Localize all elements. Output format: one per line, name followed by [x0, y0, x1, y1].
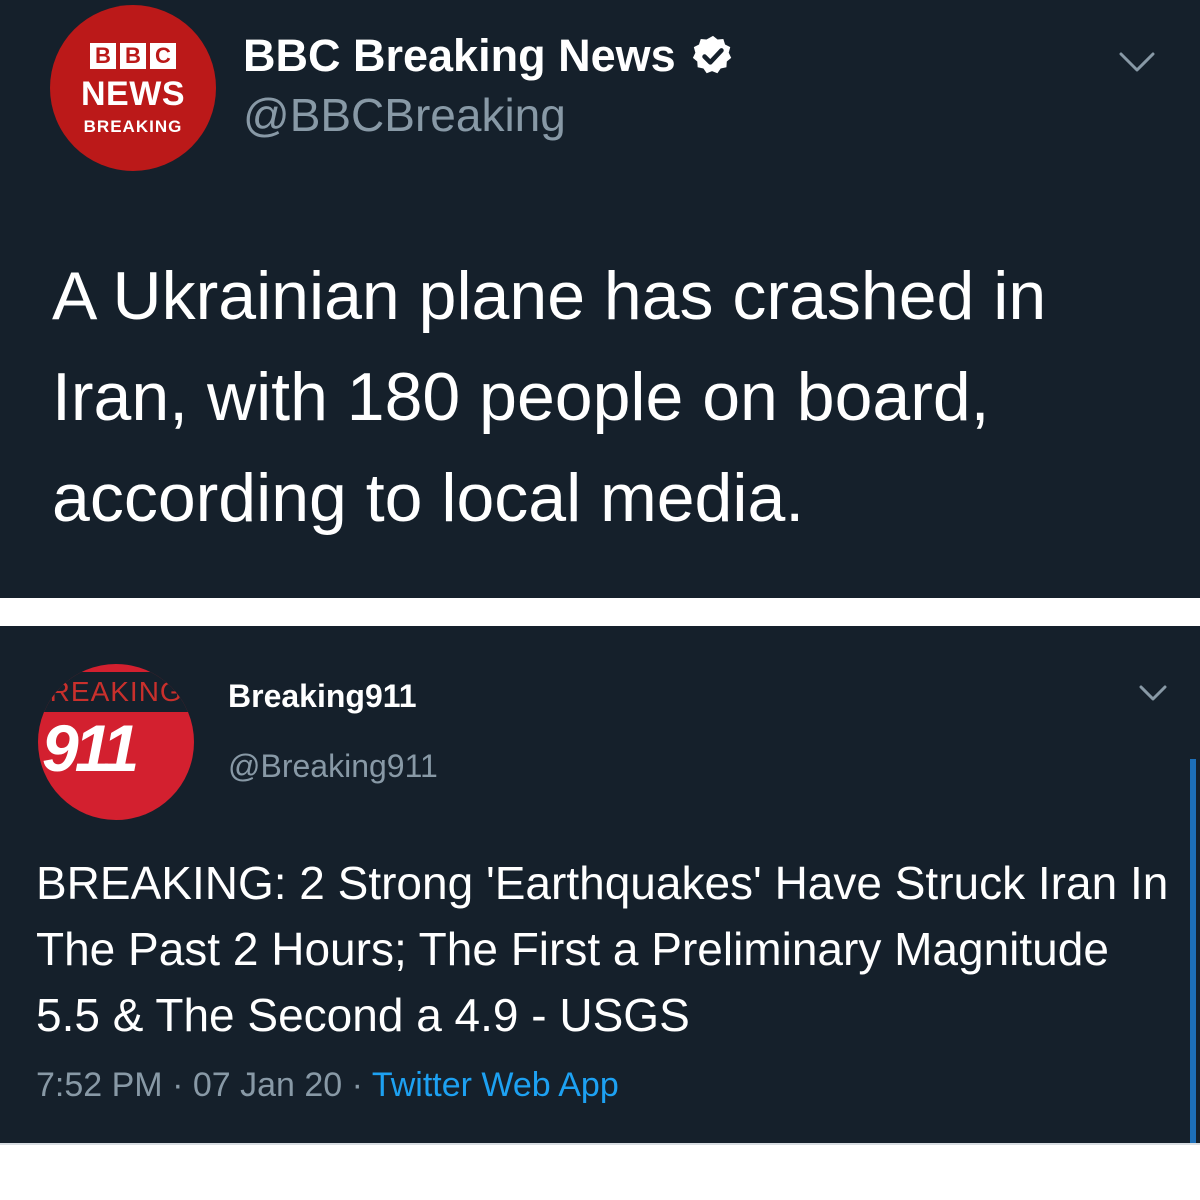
handle[interactable]: @BBCBreaking	[243, 88, 566, 142]
bbc-logo-news: NEWS	[81, 75, 185, 113]
tweet-bbc[interactable]: B B C NEWS BREAKING BBC Breaking News @B…	[0, 0, 1200, 598]
bbc-logo-breaking: BREAKING	[83, 117, 183, 136]
tweet-meta: 7:52 PM · 07 Jan 20 · Twitter Web App	[36, 1066, 619, 1105]
display-name[interactable]: Breaking911	[228, 678, 417, 715]
bbc-logo-block: B	[120, 43, 146, 69]
bbc-logo-block: B	[90, 43, 116, 69]
tweet-breaking911[interactable]: BREAKING 911 Breaking911 @Breaking911 BR…	[0, 626, 1200, 1143]
tweet-source-link[interactable]: Twitter Web App	[372, 1066, 619, 1104]
meta-separator: ·	[342, 1066, 372, 1104]
tweet-text: BREAKING: 2 Strong 'Earthquakes' Have St…	[36, 857, 1169, 1041]
tweet-time[interactable]: 7:52 PM	[36, 1066, 163, 1104]
tweet-text: A Ukrainian plane has crashed in Iran, w…	[52, 258, 1047, 536]
meta-separator: ·	[162, 1066, 193, 1104]
b911-logo-word: BREAKING	[38, 676, 183, 707]
display-name[interactable]: BBC Breaking News	[243, 30, 736, 82]
divider	[0, 1143, 1200, 1145]
display-name-text[interactable]: BBC Breaking News	[243, 30, 676, 82]
chevron-down-icon[interactable]	[1118, 50, 1156, 74]
bbc-logo-blocks: B B C	[90, 43, 176, 69]
tweet-date[interactable]: 07 Jan 20	[193, 1066, 342, 1104]
avatar-breaking911[interactable]: BREAKING 911	[38, 664, 194, 820]
avatar-bbc[interactable]: B B C NEWS BREAKING	[50, 5, 216, 171]
bbc-logo-block: C	[150, 43, 176, 69]
scroll-edge	[1190, 759, 1196, 1143]
b911-logo-number: 911	[42, 711, 139, 785]
verified-badge-icon	[692, 35, 731, 74]
chevron-down-icon[interactable]	[1138, 684, 1168, 704]
handle[interactable]: @Breaking911	[228, 748, 438, 785]
